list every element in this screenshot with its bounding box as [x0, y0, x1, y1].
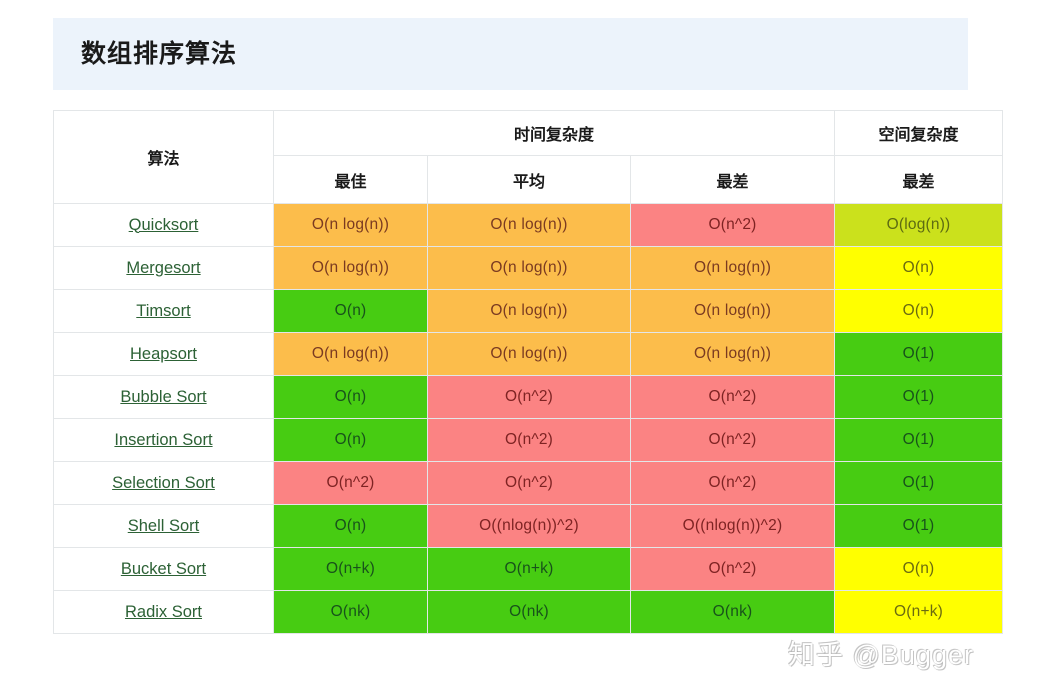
column-header-algorithm: 算法 — [53, 110, 274, 204]
cell-time-average: O(n log(n)) — [427, 246, 631, 290]
column-header-time-worst: 最差 — [629, 155, 836, 204]
table-row: Bucket Sort O(n+k) O(n+k) O(n^2) O(n) — [53, 547, 1004, 591]
cell-time-best: O(nk) — [273, 590, 428, 634]
algorithm-name-cell: Mergesort — [53, 246, 274, 290]
table-row: Bubble Sort O(n) O(n^2) O(n^2) O(1) — [53, 375, 1004, 419]
cell-time-worst: O(n^2) — [629, 547, 836, 591]
cell-time-worst: O(n log(n)) — [629, 332, 836, 376]
cell-space-worst: O(1) — [834, 418, 1004, 462]
cell-time-best: O(n) — [273, 504, 428, 548]
table-row: Timsort O(n) O(n log(n)) O(n log(n)) O(n) — [53, 289, 1004, 333]
column-header-time-best: 最佳 — [273, 155, 428, 204]
algorithm-name-cell: Radix Sort — [53, 590, 274, 634]
cell-space-worst: O(n) — [834, 289, 1004, 333]
cell-time-worst: O(n log(n)) — [629, 246, 836, 290]
table-body: Quicksort O(n log(n)) O(n log(n)) O(n^2) O(l… — [53, 203, 1004, 634]
header-row-main: 算法 时间复杂度 空间复杂度 — [53, 110, 1004, 204]
cell-time-best: O(n log(n)) — [273, 203, 428, 247]
table-row: Quicksort O(n log(n)) O(n log(n)) O(n^2) O(l… — [53, 203, 1004, 247]
page-title: 数组排序算法 — [81, 39, 238, 68]
cell-time-best: O(n log(n)) — [273, 332, 428, 376]
algorithm-link[interactable]: Heapsort — [130, 345, 197, 363]
cell-time-average: O(n log(n)) — [427, 332, 631, 376]
algorithm-name-cell: Heapsort — [53, 332, 274, 376]
cell-space-worst: O(n+k) — [834, 590, 1004, 634]
cell-time-average: O(n^2) — [427, 375, 631, 419]
algorithm-link[interactable]: Quicksort — [129, 216, 199, 234]
cell-time-best: O(n) — [273, 289, 428, 333]
table-row: Shell Sort O(n) O((nlog(n))^2) O((nlog(n))^… — [53, 504, 1004, 548]
cell-space-worst: O(1) — [834, 332, 1004, 376]
cell-time-average: O((nlog(n))^2) — [427, 504, 631, 548]
algorithm-link[interactable]: Bucket Sort — [121, 560, 206, 578]
column-header-space-complexity: 空间复杂度 — [834, 110, 1004, 156]
cell-time-best: O(n^2) — [273, 461, 428, 505]
algorithm-link[interactable]: Mergesort — [126, 259, 200, 277]
algorithm-name-cell: Bubble Sort — [53, 375, 274, 419]
algorithm-name-cell: Shell Sort — [53, 504, 274, 548]
cell-time-average: O(n+k) — [427, 547, 631, 591]
table-row: Radix Sort O(nk) O(nk) O(nk) O(n+k) — [53, 590, 1004, 634]
cell-space-worst: O(n) — [834, 246, 1004, 290]
cell-space-worst: O(n) — [834, 547, 1004, 591]
algorithm-link[interactable]: Radix Sort — [125, 603, 202, 621]
algorithm-name-cell: Timsort — [53, 289, 274, 333]
sorting-algorithm-complexity-table: 算法 时间复杂度 空间复杂度 最佳 平均 最差 最差 Quicksort O(n … — [53, 110, 1004, 634]
cell-time-average: O(nk) — [427, 590, 631, 634]
table-row: Selection Sort O(n^2) O(n^2) O(n^2) O(1) — [53, 461, 1004, 505]
algorithm-name-cell: Insertion Sort — [53, 418, 274, 462]
table-row: Insertion Sort O(n) O(n^2) O(n^2) O(1) — [53, 418, 1004, 462]
cell-time-average: O(n log(n)) — [427, 289, 631, 333]
table-row: Mergesort O(n log(n)) O(n log(n)) O(n log(n… — [53, 246, 1004, 290]
cell-time-average: O(n^2) — [427, 418, 631, 462]
cell-time-worst: O(n^2) — [629, 375, 836, 419]
column-header-space-worst: 最差 — [834, 155, 1004, 204]
cell-space-worst: O(log(n)) — [834, 203, 1004, 247]
page-title-band: 数组排序算法 — [53, 18, 968, 90]
algorithm-name-cell: Quicksort — [53, 203, 274, 247]
cell-space-worst: O(1) — [834, 504, 1004, 548]
watermark: 知乎 @Bugger — [788, 640, 974, 670]
cell-time-worst: O(n^2) — [629, 418, 836, 462]
column-header-time-complexity: 时间复杂度 — [272, 110, 836, 156]
algorithm-name-cell: Selection Sort — [53, 461, 274, 505]
cell-time-best: O(n log(n)) — [273, 246, 428, 290]
algorithm-link[interactable]: Timsort — [136, 302, 190, 320]
algorithm-name-cell: Bucket Sort — [53, 547, 274, 591]
cell-time-average: O(n log(n)) — [427, 203, 631, 247]
cell-time-worst: O(n^2) — [629, 461, 836, 505]
cell-time-worst: O(nk) — [629, 590, 836, 634]
cell-time-best: O(n) — [273, 418, 428, 462]
cell-space-worst: O(1) — [834, 375, 1004, 419]
cell-time-worst: O((nlog(n))^2) — [629, 504, 836, 548]
algorithm-link[interactable]: Bubble Sort — [120, 388, 206, 406]
cell-time-best: O(n) — [273, 375, 428, 419]
cell-time-worst: O(n log(n)) — [629, 289, 836, 333]
column-header-time-average: 平均 — [427, 155, 631, 204]
algorithm-link[interactable]: Insertion Sort — [114, 431, 212, 449]
table-head: 算法 时间复杂度 空间复杂度 最佳 平均 最差 最差 — [53, 110, 1004, 204]
cell-time-average: O(n^2) — [427, 461, 631, 505]
cell-time-best: O(n+k) — [273, 547, 428, 591]
cell-time-worst: O(n^2) — [629, 203, 836, 247]
algorithm-link[interactable]: Selection Sort — [112, 474, 215, 492]
algorithm-link[interactable]: Shell Sort — [128, 517, 200, 535]
table-row: Heapsort O(n log(n)) O(n log(n)) O(n log(n)… — [53, 332, 1004, 376]
cell-space-worst: O(1) — [834, 461, 1004, 505]
